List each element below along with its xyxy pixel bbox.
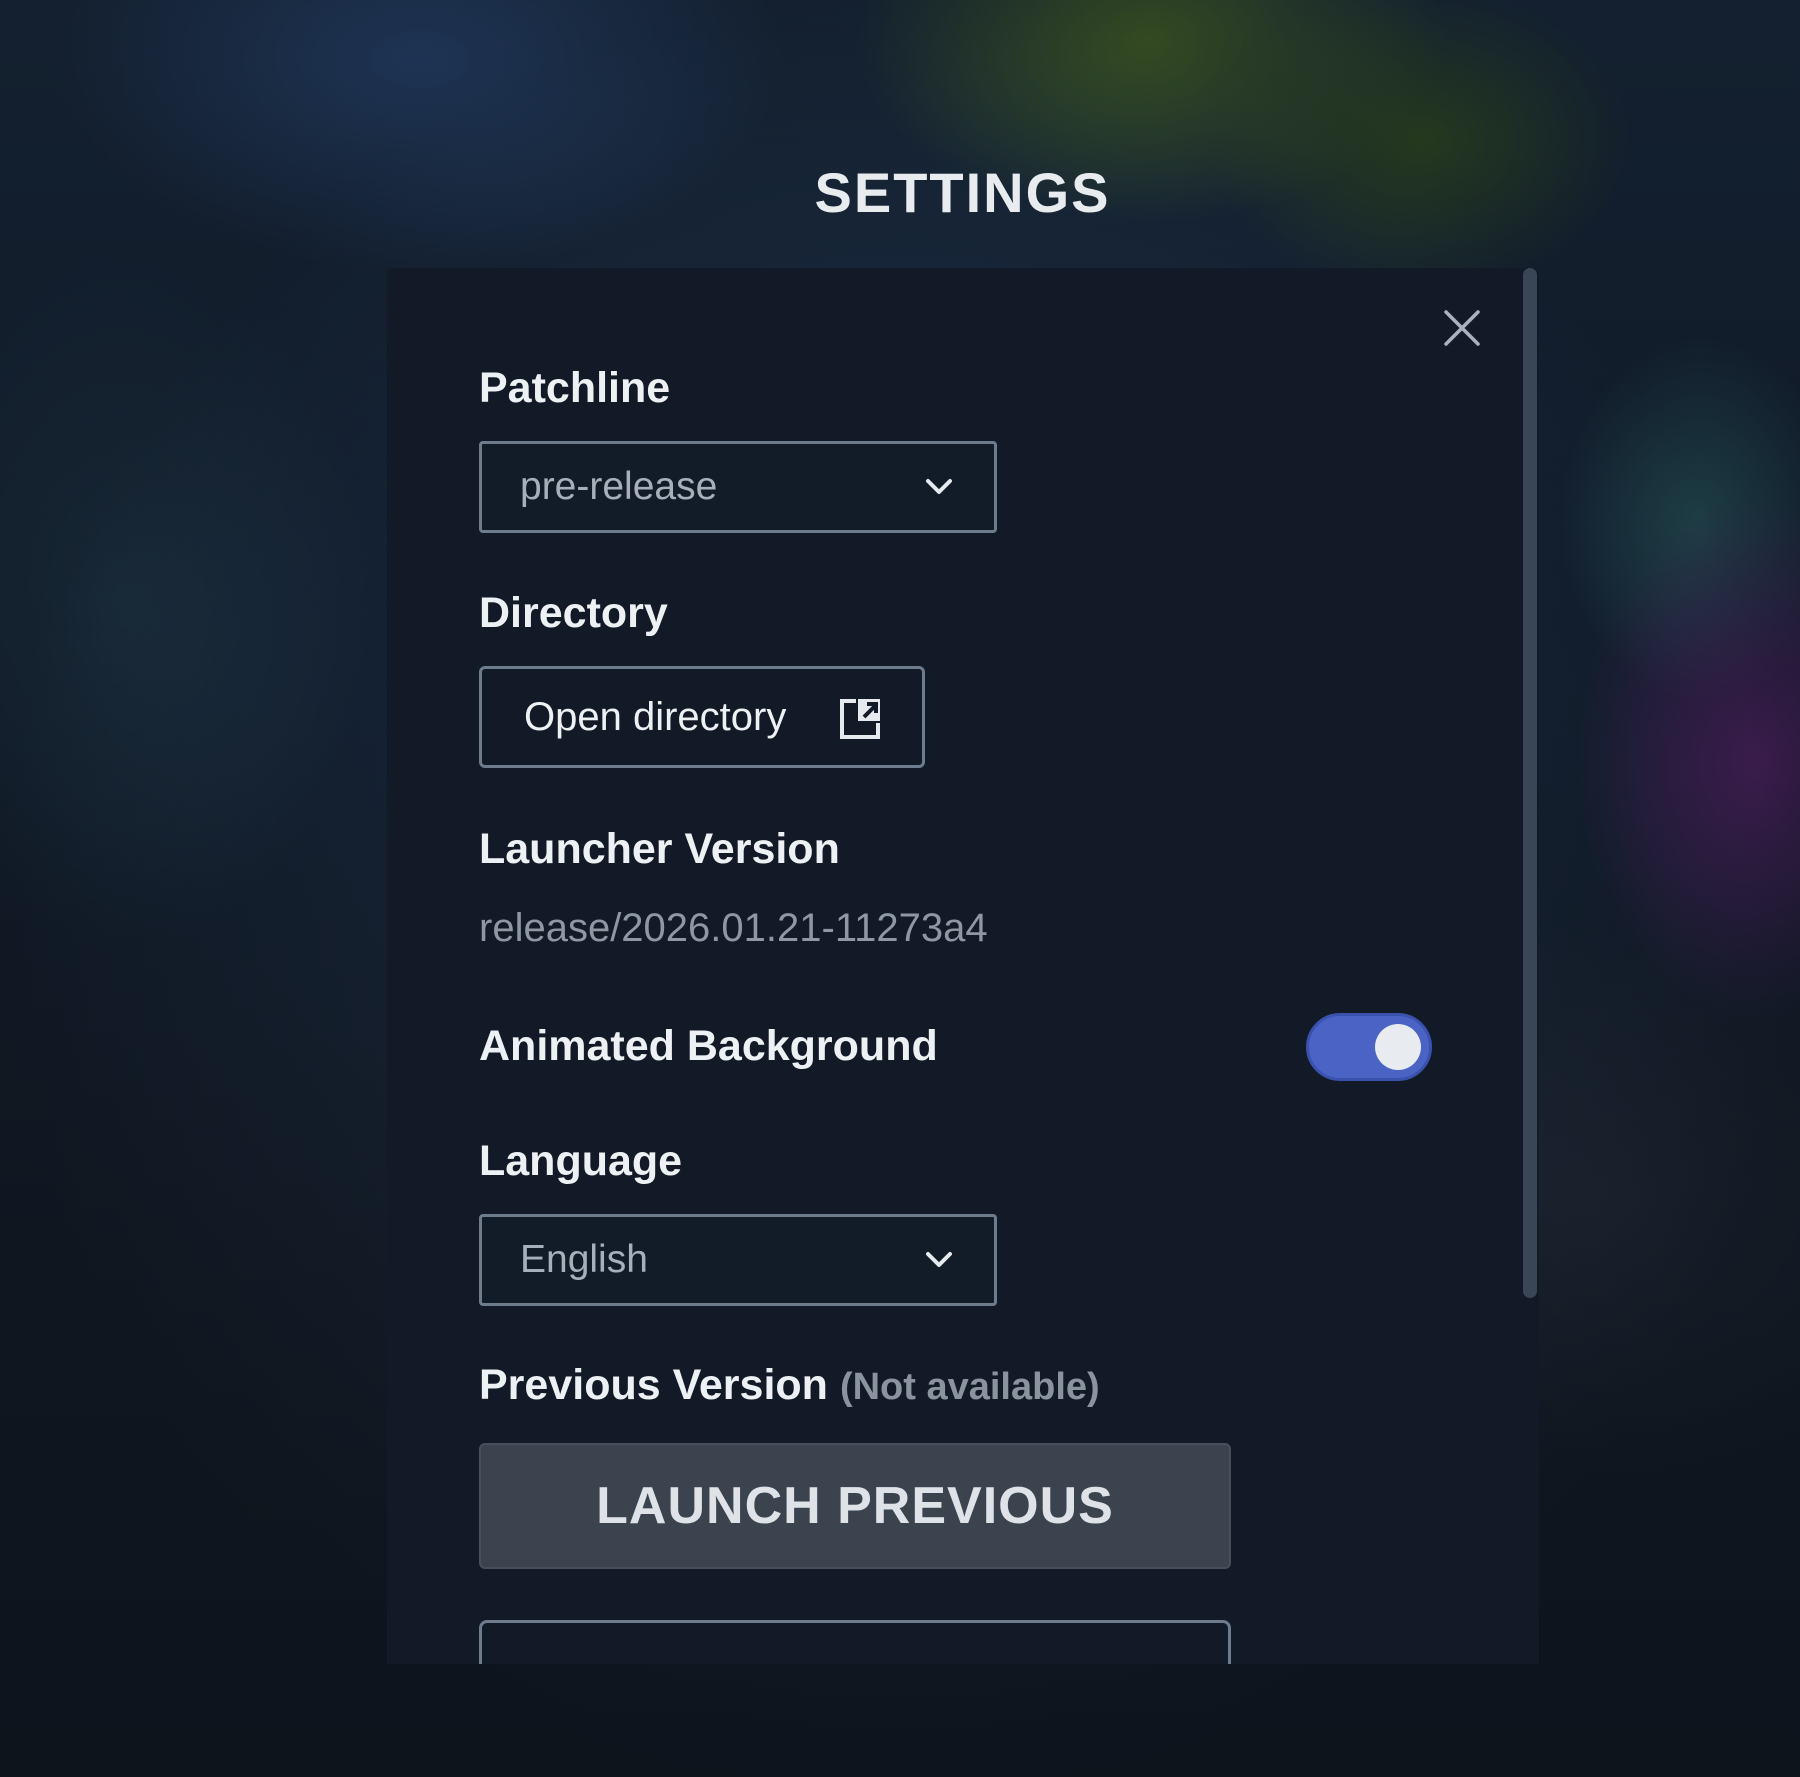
page-title: SETTINGS	[814, 161, 1111, 224]
toggle-knob	[1375, 1024, 1421, 1070]
settings-scrollbar[interactable]	[1523, 268, 1537, 1664]
directory-label: Directory	[479, 589, 668, 637]
scrollbar-thumb[interactable]	[1523, 268, 1537, 1298]
close-icon	[1444, 310, 1480, 346]
patchline-dropdown[interactable]: pre-release	[479, 441, 997, 533]
language-label: Language	[479, 1137, 683, 1185]
previous-version-title: Previous Version	[479, 1361, 828, 1409]
animated-background-label: Animated Background	[479, 1022, 938, 1070]
previous-version-label: Previous Version (Not available)	[479, 1361, 1100, 1410]
language-dropdown[interactable]: English	[479, 1214, 997, 1306]
close-button[interactable]	[1440, 306, 1484, 350]
chevron-down-icon	[926, 479, 952, 494]
previous-version-status: (Not available)	[839, 1366, 1100, 1408]
chevron-down-icon	[926, 1252, 952, 1267]
partial-next-control	[479, 1620, 1231, 1664]
external-link-icon	[840, 699, 880, 739]
patchline-label: Patchline	[479, 364, 671, 412]
open-directory-label: Open directory	[524, 695, 787, 739]
animated-background-toggle[interactable]	[1306, 1013, 1432, 1081]
settings-panel: Patchline pre-release Directory Open dir…	[387, 268, 1539, 1664]
patchline-selected-value: pre-release	[520, 465, 718, 508]
launcher-version-label: Launcher Version	[479, 825, 840, 873]
launch-previous-button[interactable]: LAUNCH PREVIOUS	[479, 1443, 1231, 1569]
language-selected-value: English	[520, 1238, 648, 1281]
launcher-version-value: release/2026.01.21-11273a4	[479, 906, 988, 950]
open-directory-button[interactable]: Open directory	[479, 666, 925, 768]
